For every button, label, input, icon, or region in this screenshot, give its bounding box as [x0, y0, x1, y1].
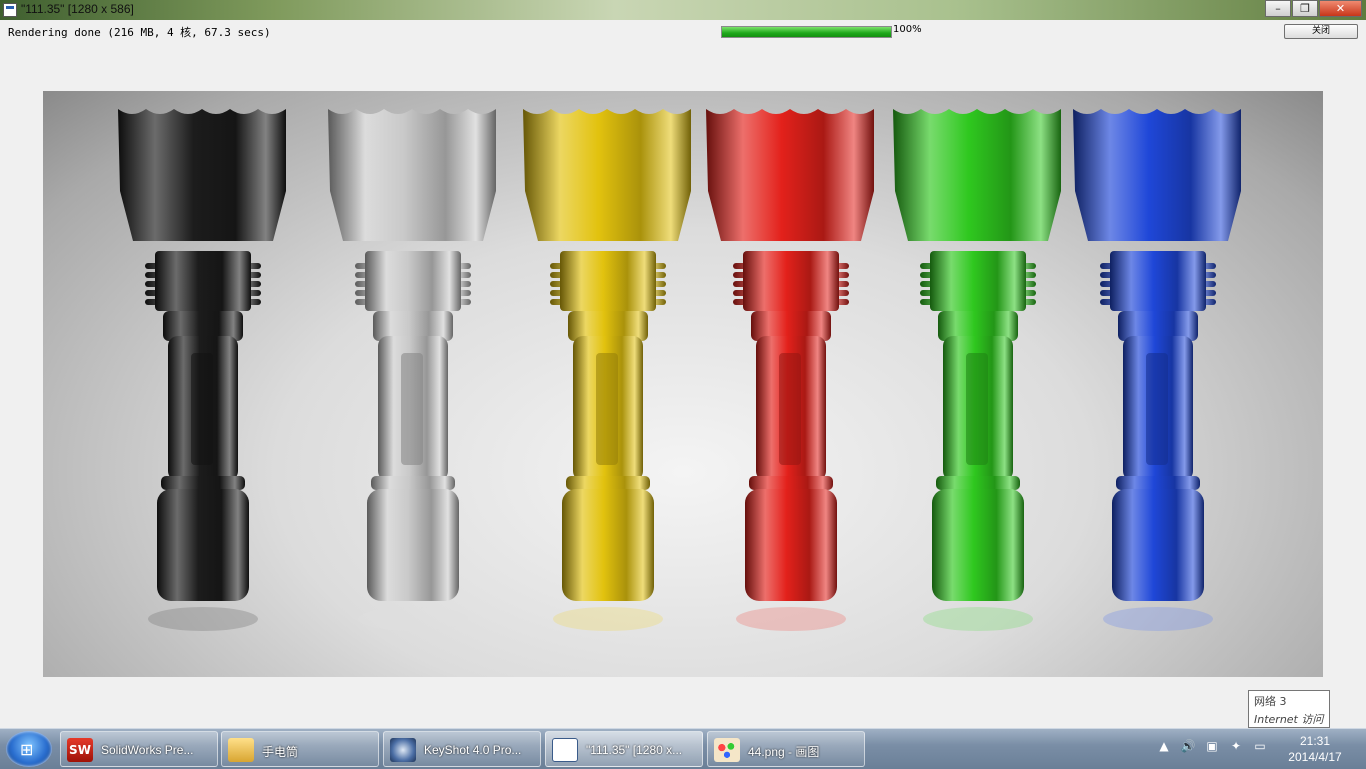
folder-icon: [228, 738, 254, 762]
render-progress-fill: [722, 27, 891, 37]
paint-icon: [714, 738, 740, 762]
flashlight-2: [328, 109, 496, 631]
flashlight-render: [118, 109, 1241, 631]
start-button[interactable]: ⊞: [6, 731, 52, 767]
taskbar-item-paint[interactable]: 44.png - 画图: [707, 731, 865, 767]
device-icon[interactable]: ▣: [1203, 739, 1221, 759]
taskbar-item-label: 手电筒: [262, 745, 299, 759]
taskbar-item-folder[interactable]: 手电筒: [221, 731, 379, 767]
network-tooltip-status: Internet 访问: [1254, 713, 1324, 726]
network-tooltip-name: 网络 3: [1254, 695, 1287, 708]
flashlight-6: [1073, 109, 1241, 631]
render-progress-bar: [721, 26, 892, 38]
solidworks-icon: SW: [67, 738, 93, 762]
window-title: "111.35" [1280 x 586]: [21, 2, 134, 16]
flashlight-4: [706, 109, 874, 631]
window-controls: – ❐ ✕: [1264, 0, 1362, 18]
taskbar-item-solidworks[interactable]: SW SolidWorks Pre...: [60, 731, 218, 767]
taskbar-item-render-window[interactable]: "111.35" [1280 x...: [545, 731, 703, 767]
network-tooltip: 网络 3 Internet 访问: [1248, 690, 1330, 728]
volume-icon[interactable]: 🔊: [1179, 739, 1197, 759]
window-icon[interactable]: [3, 3, 17, 17]
close-button[interactable]: ✕: [1319, 0, 1362, 17]
windows-logo-icon: ⊞: [20, 740, 34, 759]
close-render-button[interactable]: 关闭: [1284, 24, 1358, 39]
update-icon[interactable]: ✦: [1227, 739, 1245, 759]
taskbar-item-label: KeyShot 4.0 Pro...: [424, 743, 522, 757]
render-status-text: Rendering done (216 MB, 4 核, 67.3 secs): [8, 26, 271, 39]
system-tray: ▲ 🔊 ▣ ✦ ▭: [1155, 739, 1269, 759]
flashlight-1: [118, 109, 286, 631]
show-hidden-icons-icon[interactable]: ▲: [1155, 739, 1173, 759]
taskbar: ⊞ SW SolidWorks Pre... 手电筒 KeyShot 4.0 P…: [0, 728, 1366, 769]
maximize-button[interactable]: ❐: [1292, 0, 1318, 17]
flashlight-5: [893, 109, 1061, 631]
render-image: [43, 91, 1323, 677]
taskbar-item-label: "111.35" [1280 x...: [586, 743, 683, 757]
minimize-button[interactable]: –: [1265, 0, 1291, 17]
title-bar: "111.35" [1280 x 586] – ❐ ✕: [0, 0, 1366, 20]
clock[interactable]: 21:31 2014/4/17: [1280, 733, 1350, 765]
clock-date: 2014/4/17: [1288, 750, 1342, 764]
flashlight-3: [523, 109, 691, 631]
render-progress-label: 100%: [893, 24, 922, 35]
render-status-bar: Rendering done (216 MB, 4 核, 67.3 secs): [0, 20, 1366, 42]
taskbar-item-label: 44.png - 画图: [748, 745, 820, 759]
render-window-icon: [552, 738, 578, 762]
taskbar-item-label: SolidWorks Pre...: [101, 743, 194, 757]
keyshot-icon: [390, 738, 416, 762]
network-icon[interactable]: ▭: [1251, 739, 1269, 759]
taskbar-item-keyshot[interactable]: KeyShot 4.0 Pro...: [383, 731, 541, 767]
clock-time: 21:31: [1299, 734, 1331, 748]
